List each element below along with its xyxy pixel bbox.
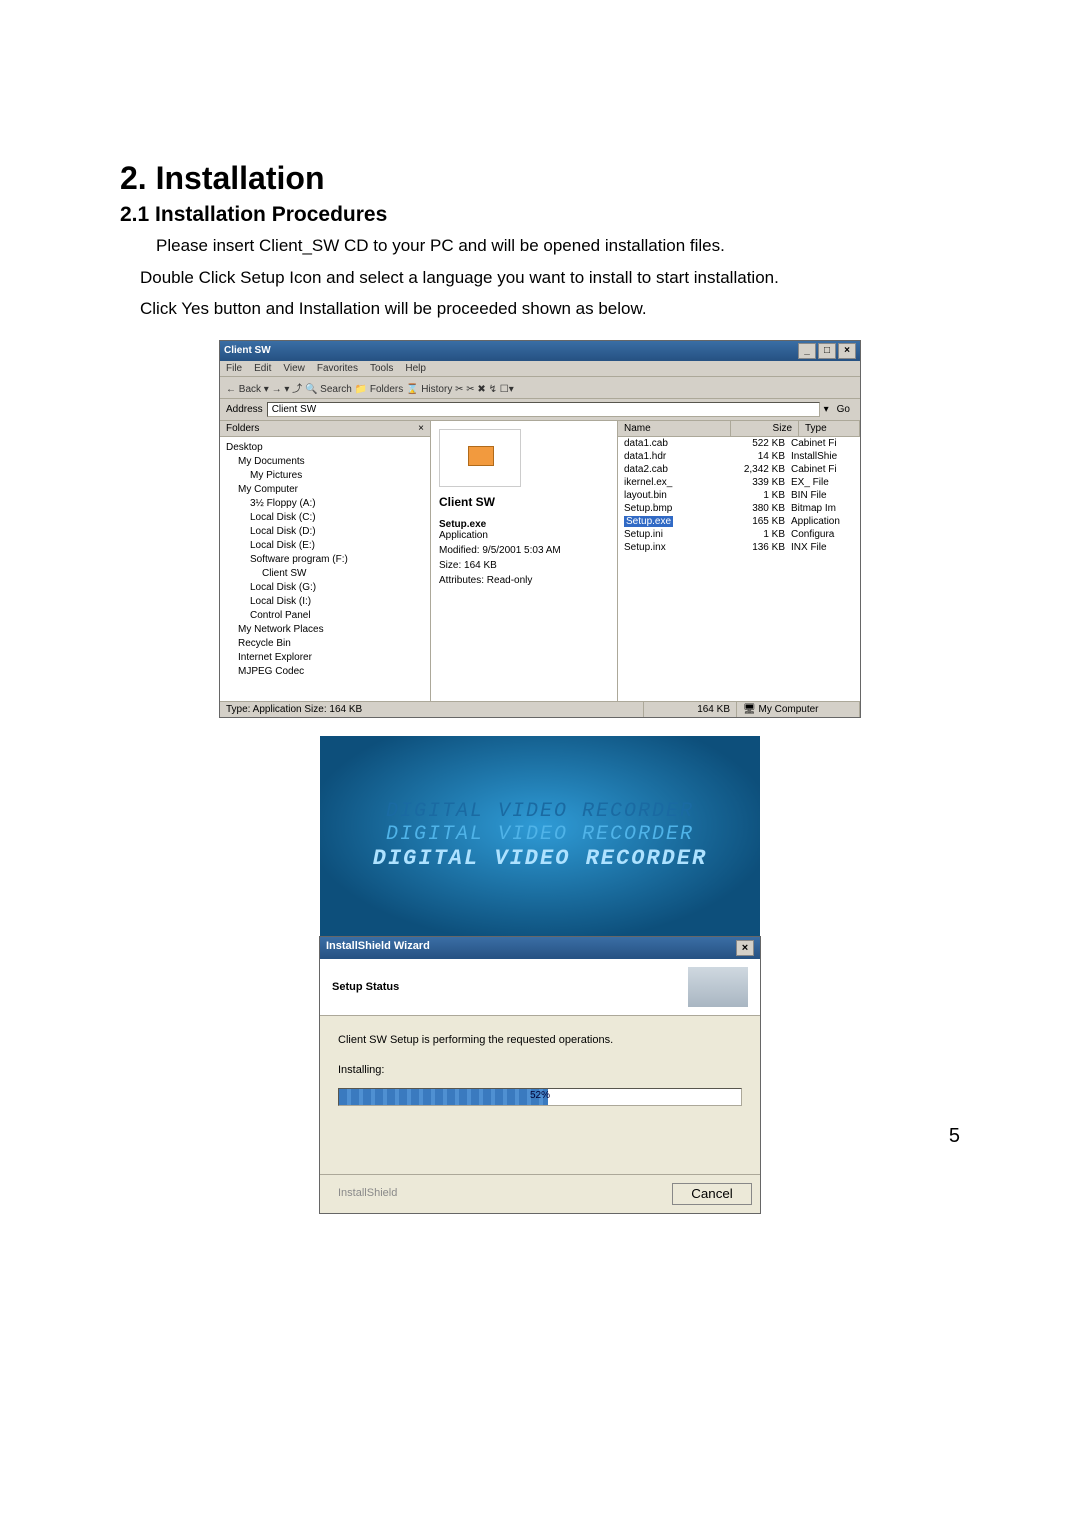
tree-item[interactable]: Client SW	[226, 567, 424, 581]
tree-item[interactable]: Internet Explorer	[226, 651, 424, 665]
column-type[interactable]: Type	[799, 421, 860, 436]
folder-tree[interactable]: DesktopMy DocumentsMy PicturesMy Compute…	[220, 437, 430, 683]
preview-name: Client SW	[439, 495, 609, 509]
installing-label: Installing:	[338, 1064, 742, 1076]
installshield-dialog: InstallShield Wizard × Setup Status Clie…	[319, 936, 761, 1214]
section-heading: 2. Installation	[120, 160, 960, 197]
tree-item[interactable]: My Documents	[226, 455, 424, 469]
paragraph: Double Click Setup Icon and select a lan…	[140, 265, 960, 291]
toolbar[interactable]: ← Back ▾ → ▾ ⤴ 🔍 Search 📁 Folders ⌛ Hist…	[220, 377, 860, 399]
titlebar[interactable]: InstallShield Wizard ×	[320, 937, 760, 959]
go-button[interactable]: Go	[833, 404, 854, 415]
preview-modified: Modified: 9/5/2001 5:03 AM	[439, 545, 609, 556]
splash-text: DIGITAL VIDEO RECORDER	[373, 846, 707, 871]
minimize-icon[interactable]: _	[798, 343, 816, 359]
close-icon[interactable]: ×	[838, 343, 856, 359]
preview-pane: Client SW Setup.exeApplication Modified:…	[431, 421, 618, 701]
tree-item[interactable]: Local Disk (E:)	[226, 539, 424, 553]
wizard-banner-image	[688, 967, 748, 1007]
menu-tools[interactable]: Tools	[370, 363, 393, 374]
preview-size: Size: 164 KB	[439, 560, 609, 571]
column-size[interactable]: Size	[731, 421, 799, 436]
paragraph: Click Yes button and Installation will b…	[140, 296, 960, 322]
tree-item[interactable]: My Computer	[226, 483, 424, 497]
window-title: Client SW	[224, 345, 271, 356]
status-bar: Type: Application Size: 164 KB 164 KB 🖥 …	[220, 701, 860, 717]
address-bar[interactable]: Address Client SW ▾ Go	[220, 399, 860, 421]
progress-bar: 52%	[338, 1088, 742, 1106]
tree-item[interactable]: My Network Places	[226, 623, 424, 637]
status-size: 164 KB	[644, 702, 737, 717]
titlebar[interactable]: Client SW _ □ ×	[220, 341, 860, 361]
folders-pane-label: Folders	[226, 423, 259, 434]
close-icon[interactable]: ×	[736, 940, 754, 956]
address-label: Address	[226, 404, 263, 415]
dialog-title: InstallShield Wizard	[326, 940, 430, 956]
cancel-button[interactable]: Cancel	[672, 1183, 752, 1205]
preview-file-name: Setup.exe	[439, 519, 609, 530]
file-row[interactable]: ikernel.ex_339 KBEX_ File	[618, 476, 860, 489]
folder-icon	[439, 429, 521, 487]
splash-text: DIGITAL VIDEO RECORDER	[386, 800, 694, 823]
file-row[interactable]: layout.bin1 KBBIN File	[618, 489, 860, 502]
tree-item[interactable]: Local Disk (C:)	[226, 511, 424, 525]
tree-item[interactable]: Local Disk (G:)	[226, 581, 424, 595]
tree-item[interactable]: Local Disk (I:)	[226, 595, 424, 609]
file-list[interactable]: Name Size Type data1.cab522 KBCabinet Fi…	[618, 421, 860, 701]
maximize-icon[interactable]: □	[818, 343, 836, 359]
file-row[interactable]: Setup.exe165 KBApplication	[618, 515, 860, 528]
splash-text: DIGITAL VIDEO RECORDER	[386, 823, 694, 846]
paragraph: Please insert Client_SW CD to your PC an…	[156, 233, 960, 259]
brand-label: InstallShield	[328, 1183, 407, 1205]
dvr-splash-image: DIGITAL VIDEO RECORDER DIGITAL VIDEO REC…	[320, 736, 760, 936]
menu-view[interactable]: View	[283, 363, 305, 374]
status-location: 🖥 My Computer	[737, 702, 860, 717]
file-row[interactable]: Setup.bmp380 KBBitmap Im	[618, 502, 860, 515]
dropdown-icon[interactable]: ▾	[824, 404, 829, 415]
progress-percent: 52%	[339, 1090, 741, 1101]
page-number: 5	[949, 1125, 960, 1148]
tree-item[interactable]: Control Panel	[226, 609, 424, 623]
close-icon[interactable]: ×	[418, 423, 424, 434]
subsection-heading: 2.1 Installation Procedures	[120, 203, 960, 227]
explorer-window: Client SW _ □ × File Edit View Favorites…	[219, 340, 861, 718]
tree-item[interactable]: Recycle Bin	[226, 637, 424, 651]
file-row[interactable]: Setup.inx136 KBINX File	[618, 541, 860, 554]
tree-item[interactable]: Software program (F:)	[226, 553, 424, 567]
setup-message: Client SW Setup is performing the reques…	[338, 1034, 742, 1046]
status-left: Type: Application Size: 164 KB	[220, 702, 644, 717]
menu-favorites[interactable]: Favorites	[317, 363, 358, 374]
preview-attributes: Attributes: Read-only	[439, 575, 609, 586]
tree-item[interactable]: 3½ Floppy (A:)	[226, 497, 424, 511]
tree-item[interactable]: My Pictures	[226, 469, 424, 483]
file-row[interactable]: data1.cab522 KBCabinet Fi	[618, 437, 860, 450]
menu-file[interactable]: File	[226, 363, 242, 374]
menu-bar[interactable]: File Edit View Favorites Tools Help	[220, 361, 860, 377]
dialog-header: Setup Status	[332, 981, 399, 993]
tree-item[interactable]: MJPEG Codec	[226, 665, 424, 679]
tree-item[interactable]: Local Disk (D:)	[226, 525, 424, 539]
tree-item[interactable]: Desktop	[226, 441, 424, 455]
menu-edit[interactable]: Edit	[254, 363, 271, 374]
preview-file-type: Application	[439, 530, 488, 541]
address-input[interactable]: Client SW	[267, 402, 820, 417]
file-row[interactable]: Setup.ini1 KBConfigura	[618, 528, 860, 541]
file-row[interactable]: data1.hdr14 KBInstallShie	[618, 450, 860, 463]
file-row[interactable]: data2.cab2,342 KBCabinet Fi	[618, 463, 860, 476]
menu-help[interactable]: Help	[405, 363, 426, 374]
column-name[interactable]: Name	[618, 421, 731, 436]
